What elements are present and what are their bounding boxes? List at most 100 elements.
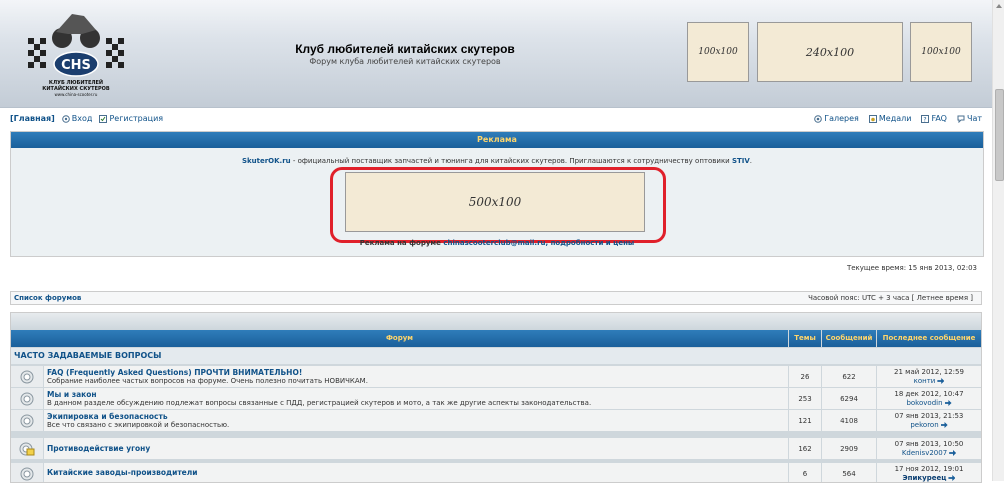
current-time: Текущее время: 15 янв 2013, 02:03	[846, 264, 977, 272]
site-title: Клуб любителей китайских скутеров	[295, 42, 515, 56]
forum-description: Все что связано с экипировкой и безопасн…	[47, 421, 230, 429]
forum-posts-count: 564	[822, 463, 876, 482]
last-post-author[interactable]: pekoron	[910, 421, 938, 429]
nav-register[interactable]: Регистрация	[99, 114, 163, 123]
register-icon	[99, 114, 108, 123]
advert-title-bar: Реклама	[11, 132, 983, 148]
nav-login-label[interactable]: Вход	[72, 114, 93, 123]
svg-text:www.china-scooter.ru: www.china-scooter.ru	[55, 92, 98, 97]
advert-line-text: - официальный поставщик запчастей и тюни…	[290, 157, 732, 165]
last-post-author-wrap: Kdenisv2007	[877, 449, 981, 457]
page-scrollbar[interactable]	[992, 0, 1004, 481]
nav-register-label[interactable]: Регистрация	[109, 114, 163, 123]
forum-info-cell: Мы и закон В данном разделе обсуждению по…	[44, 388, 788, 409]
forum-table: Форум Темы Сообщений Последнее сообщение…	[10, 312, 982, 483]
advert-line: SkuterOK.ru - официальный поставщик запч…	[11, 157, 983, 165]
forum-title-link[interactable]: Китайские заводы-производители	[47, 468, 198, 477]
col-topics: Темы	[789, 330, 821, 347]
goto-last-post-icon[interactable]	[948, 475, 956, 481]
forum-posts-count: 2909	[822, 438, 876, 459]
forum-table-header: Форум Темы Сообщений Последнее сообщение	[11, 330, 981, 347]
forum-row: Экипировка и безопасность Все что связано…	[11, 410, 981, 431]
nav-medals-label[interactable]: Медали	[879, 114, 912, 123]
forum-last-post: 18 дек 2012, 10:47 bokovodin	[877, 388, 981, 409]
top-navigation: [Главная] Вход Регистрация Галерея Медал…	[10, 114, 982, 126]
ad-banner-240[interactable]: 240x100	[757, 22, 903, 82]
forum-topics-count: 162	[789, 438, 821, 459]
nav-gallery-label[interactable]: Галерея	[824, 114, 859, 123]
forum-table-topband	[11, 313, 981, 330]
gallery-icon	[814, 114, 823, 123]
last-post-date: 07 янв 2013, 10:50	[894, 440, 964, 448]
forum-posts-count: 4108	[822, 410, 876, 431]
stiv-link[interactable]: STIV	[732, 157, 750, 165]
login-icon	[61, 114, 70, 123]
category-link[interactable]: ЧАСТО ЗАДАВАЕМЫЕ ВОПРОСЫ	[14, 351, 161, 360]
ad-banner-100-1[interactable]: 100x100	[687, 22, 749, 82]
goto-last-post-icon[interactable]	[949, 450, 957, 456]
forum-read-icon	[20, 414, 34, 427]
forum-title-link[interactable]: Экипировка и безопасность	[47, 412, 168, 421]
advert-line-end: .	[749, 157, 753, 165]
forum-topics-count: 26	[789, 366, 821, 387]
chat-icon	[957, 115, 965, 123]
forum-info-cell: Экипировка и безопасность Все что связано…	[44, 410, 788, 431]
forum-row: Противодействие угону 162 2909 07 янв 20…	[11, 438, 981, 459]
forum-topics-count: 6	[789, 463, 821, 482]
last-post-date: 17 ноя 2012, 19:01	[894, 465, 964, 473]
forum-title-link[interactable]: FAQ (Frequently Asked Questions) ПРОЧТИ …	[47, 368, 302, 377]
advert-footer: Реклама на форуме chinascooterclub@mail.…	[11, 239, 983, 247]
forum-title-link[interactable]: Противодействие угону	[47, 444, 150, 453]
forum-read-icon	[20, 370, 34, 383]
ad-banner-100-2[interactable]: 100x100	[910, 22, 972, 82]
forum-last-post: 17 ноя 2012, 19:01 Эпикуреец	[877, 463, 981, 482]
forum-row: Китайские заводы-производители 6 564 17 …	[11, 463, 981, 482]
forum-index-link[interactable]: Список форумов	[14, 292, 81, 304]
last-post-author[interactable]: Kdenisv2007	[902, 449, 947, 457]
nav-home-link[interactable]: [Главная]	[10, 114, 55, 123]
forum-info-cell: FAQ (Frequently Asked Questions) ПРОЧТИ …	[44, 366, 788, 387]
ad-banner-500[interactable]: 500x100	[345, 172, 645, 232]
last-post-author[interactable]: bokovodin	[906, 399, 942, 407]
svg-text:КЛУБ ЛЮБИТЕЛЕЙ: КЛУБ ЛЮБИТЕЛЕЙ	[49, 78, 103, 86]
scooter-logo-icon: CHS КЛУБ ЛЮБИТЕЛЕЙ КИТАЙСКИХ СКУТЕРОВ ww…	[28, 14, 124, 97]
last-post-author[interactable]: конти	[914, 377, 936, 385]
last-post-author-wrap: bokovodin	[877, 399, 981, 407]
last-post-date: 07 янв 2013, 21:53	[894, 412, 964, 420]
page: CHS КЛУБ ЛЮБИТЕЛЕЙ КИТАЙСКИХ СКУТЕРОВ ww…	[0, 0, 992, 483]
goto-last-post-icon[interactable]	[940, 422, 948, 428]
timezone-info: Часовой пояс: UTC + 3 часа [ Летнее врем…	[808, 294, 973, 302]
forum-title-link[interactable]: Мы и закон	[47, 390, 97, 399]
nav-gallery[interactable]: Галерея	[814, 114, 859, 123]
nav-login[interactable]: Вход	[61, 114, 93, 123]
advert-email-link[interactable]: chinascooterclub@mail.ru, подробности и …	[443, 239, 634, 247]
last-post-date: 21 май 2012, 12:59	[894, 368, 964, 376]
skuterok-link[interactable]: SkuterOK.ru	[242, 157, 291, 165]
nav-faq-label[interactable]: FAQ	[931, 114, 947, 123]
advert-footer-text: Реклама на форуме	[359, 239, 444, 247]
forum-last-post: 21 май 2012, 12:59 конти	[877, 366, 981, 387]
forum-status-cell	[11, 463, 43, 482]
site-description: Форум клуба любителей китайских скутеров	[309, 57, 501, 66]
advert-panel: Реклама SkuterOK.ru - официальный постав…	[10, 131, 984, 257]
forum-posts-count: 622	[822, 366, 876, 387]
nav-chat[interactable]: Чат	[957, 114, 982, 123]
forum-last-post: 07 янв 2013, 10:50 Kdenisv2007	[877, 438, 981, 459]
site-logo[interactable]: CHS КЛУБ ЛЮБИТЕЛЕЙ КИТАЙСКИХ СКУТЕРОВ ww…	[22, 8, 130, 102]
col-posts: Сообщений	[822, 330, 876, 347]
category-row: ЧАСТО ЗАДАВАЕМЫЕ ВОПРОСЫ	[11, 348, 981, 364]
scroll-up-icon[interactable]	[996, 4, 1002, 8]
svg-text:?: ?	[924, 116, 927, 123]
scrollbar-thumb[interactable]	[995, 89, 1004, 181]
goto-last-post-icon[interactable]	[944, 400, 952, 406]
forum-unread-icon	[19, 442, 35, 455]
nav-chat-label[interactable]: Чат	[967, 114, 982, 123]
forum-status-cell	[11, 388, 43, 409]
faq-icon: ?	[921, 114, 930, 123]
forum-posts-count: 6294	[822, 388, 876, 409]
site-header: CHS КЛУБ ЛЮБИТЕЛЕЙ КИТАЙСКИХ СКУТЕРОВ ww…	[0, 0, 992, 108]
nav-faq[interactable]: ? FAQ	[921, 114, 947, 123]
nav-medals[interactable]: Медали	[868, 114, 912, 123]
forum-last-post: 07 янв 2013, 21:53 pekoron	[877, 410, 981, 431]
goto-last-post-icon[interactable]	[937, 378, 945, 384]
